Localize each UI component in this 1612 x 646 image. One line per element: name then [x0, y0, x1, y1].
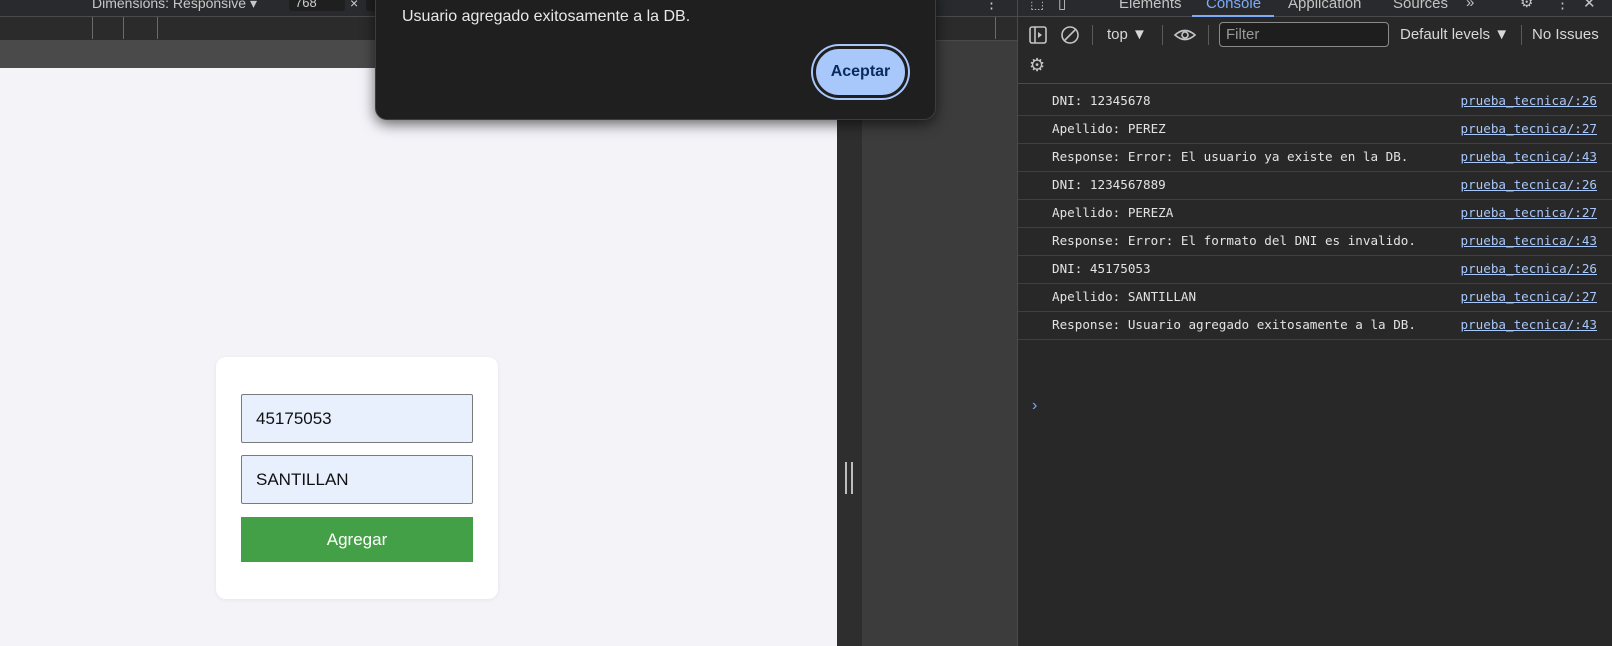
log-levels-select[interactable]: Default levels ▼ — [1400, 26, 1509, 43]
console-source-link[interactable]: prueba_tecnica/:43 — [1461, 316, 1597, 334]
settings-icon[interactable]: ⚙ — [1520, 0, 1533, 11]
active-tab-indicator — [1192, 15, 1274, 17]
toolbar-separator — [1162, 25, 1163, 45]
console-source-link[interactable]: prueba_tecnica/:27 — [1461, 288, 1597, 306]
width-input[interactable]: 768 — [289, 0, 345, 11]
devtools-panel: ⬚ ▯ Elements Console Application Sources… — [1017, 0, 1612, 646]
console-toolbar: top ▼ Filter Default levels ▼ No Issues … — [1018, 18, 1612, 84]
console-message-text: Apellido: PEREZA — [1052, 205, 1174, 220]
viewport-resize-strip — [837, 68, 862, 646]
console-message: Apellido: PEREZA prueba_tecnica/:27 — [1018, 200, 1612, 228]
tab-sources[interactable]: Sources — [1393, 0, 1448, 12]
console-message: Apellido: PEREZ prueba_tecnica/:27 — [1018, 116, 1612, 144]
console-message: Response: Error: El usuario ya existe en… — [1018, 144, 1612, 172]
console-message-text: DNI: 1234567889 — [1052, 177, 1166, 192]
toolbar-separator — [1208, 25, 1209, 45]
console-message: DNI: 12345678 prueba_tecnica/:26 — [1018, 88, 1612, 116]
apellido-input[interactable]: SANTILLAN — [241, 455, 473, 504]
console-source-link[interactable]: prueba_tecnica/:26 — [1461, 176, 1597, 194]
device-toggle-icon[interactable]: ▯ — [1058, 0, 1066, 12]
console-source-link[interactable]: prueba_tecnica/:27 — [1461, 204, 1597, 222]
tab-console[interactable]: Console — [1206, 0, 1261, 12]
more-options-icon[interactable]: ⋮ — [984, 0, 999, 12]
context-select[interactable]: top ▼ — [1107, 26, 1147, 43]
console-source-link[interactable]: prueba_tecnica/:26 — [1461, 92, 1597, 110]
console-source-link[interactable]: prueba_tecnica/:43 — [1461, 232, 1597, 250]
console-message-text: Apellido: PEREZ — [1052, 121, 1166, 136]
dni-input[interactable]: 45175053 — [241, 394, 473, 443]
console-prompt-chevron-icon[interactable]: › — [1032, 397, 1037, 415]
alert-dialog: Usuario agregado exitosamente a la DB. A… — [375, 0, 936, 120]
ruler-tick — [995, 17, 996, 39]
issues-counter[interactable]: No Issues — [1532, 26, 1599, 43]
console-message: Response: Error: El formato del DNI es i… — [1018, 228, 1612, 256]
console-message: Apellido: SANTILLAN prueba_tecnica/:27 — [1018, 284, 1612, 312]
ruler-tick — [157, 17, 158, 39]
console-message-text: DNI: 45175053 — [1052, 261, 1151, 276]
toolbar-separator — [1521, 25, 1522, 45]
sidebar-toggle-icon[interactable] — [1028, 25, 1048, 45]
device-emulation-area: Dimensions: Responsive ▾ 768 × ⋮ 4517505… — [0, 0, 1017, 646]
times-icon: × — [350, 0, 359, 11]
ruler-tick — [92, 17, 93, 39]
console-settings-icon[interactable]: ⚙ — [1029, 55, 1045, 76]
console-message-text: Apellido: SANTILLAN — [1052, 289, 1197, 304]
console-messages: DNI: 12345678 prueba_tecnica/:26 Apellid… — [1018, 88, 1612, 340]
alert-message: Usuario agregado exitosamente a la DB. — [402, 8, 691, 25]
inspect-element-icon[interactable]: ⬚ — [1030, 0, 1044, 12]
tab-application[interactable]: Application — [1288, 0, 1361, 12]
console-message: DNI: 1234567889 prueba_tecnica/:26 — [1018, 172, 1612, 200]
console-message-text: Response: Error: El usuario ya existe en… — [1052, 149, 1409, 164]
more-options-icon[interactable]: ⋮ — [1555, 0, 1570, 12]
console-message-text: DNI: 12345678 — [1052, 93, 1151, 108]
dimensions-dropdown[interactable]: Dimensions: Responsive ▾ — [92, 0, 257, 12]
devtools-tab-bar: ⬚ ▯ Elements Console Application Sources… — [1018, 0, 1612, 17]
agregar-button[interactable]: Agregar — [241, 517, 473, 562]
console-source-link[interactable]: prueba_tecnica/:43 — [1461, 148, 1597, 166]
console-message-text: Response: Usuario agregado exitosamente … — [1052, 317, 1416, 332]
resize-handle[interactable] — [845, 462, 853, 494]
live-expression-eye-icon[interactable] — [1173, 26, 1197, 44]
ruler-tick — [123, 17, 124, 39]
console-message-text: Response: Error: El formato del DNI es i… — [1052, 233, 1416, 248]
close-icon[interactable]: ✕ — [1583, 0, 1596, 12]
aceptar-button[interactable]: Aceptar — [813, 46, 908, 98]
more-tabs-icon[interactable]: » — [1466, 0, 1474, 11]
tab-elements[interactable]: Elements — [1119, 0, 1182, 12]
console-source-link[interactable]: prueba_tecnica/:26 — [1461, 260, 1597, 278]
console-message: Response: Usuario agregado exitosamente … — [1018, 312, 1612, 340]
console-source-link[interactable]: prueba_tecnica/:27 — [1461, 120, 1597, 138]
clear-console-icon[interactable] — [1060, 25, 1080, 45]
user-form-card: 45175053 SANTILLAN Agregar — [216, 357, 498, 599]
toolbar-separator — [1092, 25, 1093, 45]
filter-input[interactable]: Filter — [1219, 22, 1389, 47]
console-message: DNI: 45175053 prueba_tecnica/:26 — [1018, 256, 1612, 284]
